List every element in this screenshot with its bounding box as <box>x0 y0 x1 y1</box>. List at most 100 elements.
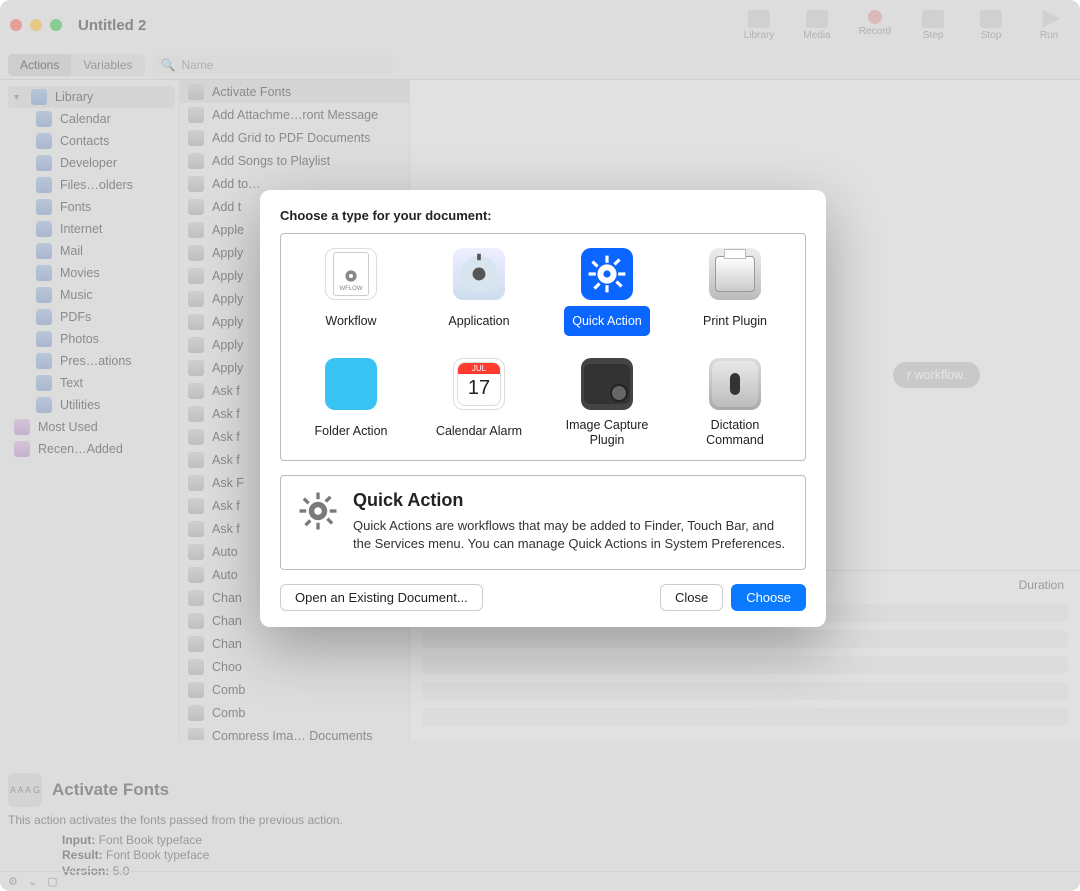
description-title: Quick Action <box>353 490 789 511</box>
choose-button[interactable]: Choose <box>731 584 806 611</box>
sidebar-item[interactable]: Text <box>8 372 175 394</box>
action-icon <box>188 314 204 330</box>
doc-type-print[interactable]: Print Plugin <box>671 244 799 340</box>
action-icon <box>188 406 204 422</box>
sidebar-item[interactable]: Pres…ations <box>8 350 175 372</box>
category-icon <box>36 111 52 127</box>
panel-toggle-icon[interactable]: ▢ <box>47 875 57 888</box>
action-row[interactable]: Add Attachme…ront Message <box>180 103 409 126</box>
sidebar-item[interactable]: Calendar <box>8 108 175 130</box>
titlebar: Untitled 2 Library Media Record Step Sto… <box>0 0 1080 50</box>
action-icon <box>188 521 204 537</box>
sidebar-item[interactable]: PDFs <box>8 306 175 328</box>
canvas-hint: r workflow. <box>893 362 980 388</box>
type-label: Quick Action <box>564 306 649 336</box>
sidebar-item[interactable]: Utilities <box>8 394 175 416</box>
log-row <box>422 682 1068 700</box>
sidebar-group[interactable]: Recen…Added <box>8 438 175 460</box>
maximize-window-button[interactable] <box>50 19 62 31</box>
toolbar-run[interactable]: Run <box>1028 10 1070 41</box>
action-icon <box>188 199 204 215</box>
category-icon <box>36 375 52 391</box>
doc-type-app[interactable]: Application <box>415 244 543 340</box>
action-detail: A A A G Activate Fonts This action activ… <box>8 773 408 880</box>
workflow-icon: WFLOW <box>325 248 377 300</box>
status-bar: ⚙︎ ⌄ ▢ <box>0 871 1080 891</box>
action-icon <box>188 475 204 491</box>
action-row[interactable]: Comb <box>180 701 409 724</box>
stop-icon <box>980 10 1002 28</box>
action-row[interactable]: Compress Ima… Documents <box>180 724 409 740</box>
cal-icon: JUL17 <box>453 358 505 410</box>
type-label: Calendar Alarm <box>428 416 530 446</box>
sidebar-item[interactable]: Photos <box>8 328 175 350</box>
folder-icon <box>325 358 377 410</box>
search-placeholder: Name <box>181 58 213 72</box>
category-icon <box>36 177 52 193</box>
toolbar-stop[interactable]: Stop <box>970 10 1012 41</box>
action-icon <box>188 153 204 169</box>
type-label: Print Plugin <box>695 306 775 336</box>
dict-icon <box>709 358 761 410</box>
action-icon <box>188 84 204 100</box>
chevron-down-icon: ▸ <box>11 94 22 99</box>
action-icon <box>188 728 204 741</box>
sidebar-item[interactable]: Contacts <box>8 130 175 152</box>
sidebar-item[interactable]: Movies <box>8 262 175 284</box>
doc-type-img[interactable]: Image Capture Plugin <box>543 354 671 454</box>
category-icon <box>36 265 52 281</box>
doc-type-dict[interactable]: Dictation Command <box>671 354 799 454</box>
sidebar-item[interactable]: Mail <box>8 240 175 262</box>
description-text: Quick Actions are workflows that may be … <box>353 517 789 553</box>
doc-type-folder[interactable]: Folder Action <box>287 354 415 454</box>
automator-window: Untitled 2 Library Media Record Step Sto… <box>0 0 1080 891</box>
sidebar-group[interactable]: Most Used <box>8 416 175 438</box>
gear-icon <box>297 490 339 532</box>
sidebar-library-root[interactable]: ▸ Library <box>8 86 175 108</box>
category-icon <box>36 397 52 413</box>
quick-icon <box>581 248 633 300</box>
close-window-button[interactable] <box>10 19 22 31</box>
close-button[interactable]: Close <box>660 584 723 611</box>
action-row[interactable]: Activate Fonts <box>180 80 409 103</box>
doc-type-cal[interactable]: JUL17 Calendar Alarm <box>415 354 543 454</box>
record-icon <box>868 10 882 24</box>
gear-icon[interactable]: ⚙︎ <box>8 875 18 888</box>
action-row[interactable]: Add Grid to PDF Documents <box>180 126 409 149</box>
toolbar-media[interactable]: Media <box>796 10 838 41</box>
toolbar: Library Media Record Step Stop Run <box>738 10 1070 41</box>
open-existing-button[interactable]: Open an Existing Document... <box>280 584 483 611</box>
action-icon <box>188 429 204 445</box>
media-icon <box>806 10 828 28</box>
minimize-window-button[interactable] <box>30 19 42 31</box>
sidebar-item[interactable]: Developer <box>8 152 175 174</box>
chevron-down-icon[interactable]: ⌄ <box>28 875 37 888</box>
doc-type-workflow[interactable]: WFLOWWorkflow <box>287 244 415 340</box>
log-row <box>422 708 1068 726</box>
category-icon <box>36 309 52 325</box>
sidebar-item[interactable]: Music <box>8 284 175 306</box>
action-icon <box>188 360 204 376</box>
secondary-bar: Actions Variables 🔍 Name <box>0 50 1080 80</box>
doc-type-quick[interactable]: Quick Action <box>543 244 671 340</box>
search-input[interactable]: 🔍 Name <box>153 55 393 75</box>
category-icon <box>36 133 52 149</box>
action-row[interactable]: Chan <box>180 632 409 655</box>
action-row[interactable]: Comb <box>180 678 409 701</box>
toolbar-library[interactable]: Library <box>738 10 780 41</box>
dialog-buttons: Open an Existing Document... Close Choos… <box>280 584 806 611</box>
sidebar-item[interactable]: Files…olders <box>8 174 175 196</box>
document-type-grid: WFLOWWorkflowApplication Quick Action Prin… <box>280 233 806 461</box>
toolbar-step[interactable]: Step <box>912 10 954 41</box>
sidebar-item[interactable]: Fonts <box>8 196 175 218</box>
action-icon <box>188 452 204 468</box>
tab-actions[interactable]: Actions <box>8 54 71 76</box>
action-row[interactable]: Add Songs to Playlist <box>180 149 409 172</box>
detail-title: Activate Fonts <box>52 780 169 800</box>
tab-variables[interactable]: Variables <box>71 54 144 76</box>
sidebar-item[interactable]: Internet <box>8 218 175 240</box>
window-title: Untitled 2 <box>78 17 146 34</box>
toolbar-record[interactable]: Record <box>854 10 896 41</box>
action-row[interactable]: Choo <box>180 655 409 678</box>
new-document-dialog: Choose a type for your document: WFLOWWo… <box>260 190 826 627</box>
